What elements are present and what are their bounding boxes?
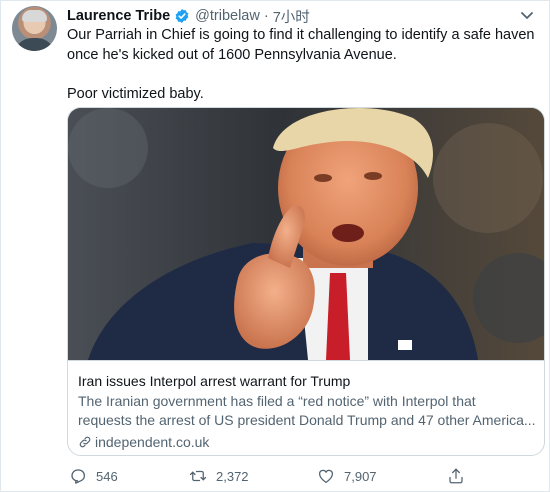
retweet-button[interactable]: 2,372 [189,467,249,485]
card-domain-text: independent.co.uk [95,434,210,450]
tweet-timestamp[interactable]: 7小时 [273,6,310,27]
share-button[interactable] [447,467,465,485]
avatar[interactable] [12,6,57,51]
avatar-hair [22,10,47,22]
card-description-line: The Iranian government has filed a “red … [78,393,476,409]
avatar-shirt [14,38,55,51]
reply-count: 546 [96,468,118,484]
like-icon [318,469,334,484]
tweet[interactable]: Laurence Tribe @tribelaw · 7小时 Our Parri… [0,0,550,492]
separator-dot: · [263,8,269,24]
chevron-down-icon[interactable] [517,6,537,24]
like-button[interactable]: 7,907 [317,467,377,485]
link-icon [79,436,91,448]
card-domain: independent.co.uk [78,433,536,451]
card-meta[interactable]: Iran issues Interpol arrest warrant for … [68,360,544,455]
card-description-line: requests the arrest of US president Dona… [78,412,536,428]
tweet-text-line: Poor victimized baby. [67,85,204,102]
reply-icon [71,469,86,484]
reply-button[interactable]: 546 [69,467,118,485]
retweet-count: 2,372 [216,468,249,484]
retweet-icon [189,470,207,482]
card-description: The Iranian government has filed a “red … [78,392,536,430]
author-handle[interactable]: @tribelaw [195,8,260,24]
author-name[interactable]: Laurence Tribe [67,8,170,24]
card-photo [68,108,544,360]
verified-badge-icon [175,9,189,23]
tweet-actions: 546 2,372 7,907 [61,463,481,489]
share-icon [449,468,463,484]
link-card[interactable]: Iran issues Interpol arrest warrant for … [67,107,545,456]
tweet-header: Laurence Tribe @tribelaw · 7小时 [67,6,310,27]
like-count: 7,907 [344,468,377,484]
card-image[interactable] [68,108,544,360]
tweet-text: Our Parriah in Chief is going to find it… [67,26,537,104]
tweet-text-line: Our Parriah in Chief is going to find it… [67,27,535,63]
card-title: Iran issues Interpol arrest warrant for … [78,373,351,389]
